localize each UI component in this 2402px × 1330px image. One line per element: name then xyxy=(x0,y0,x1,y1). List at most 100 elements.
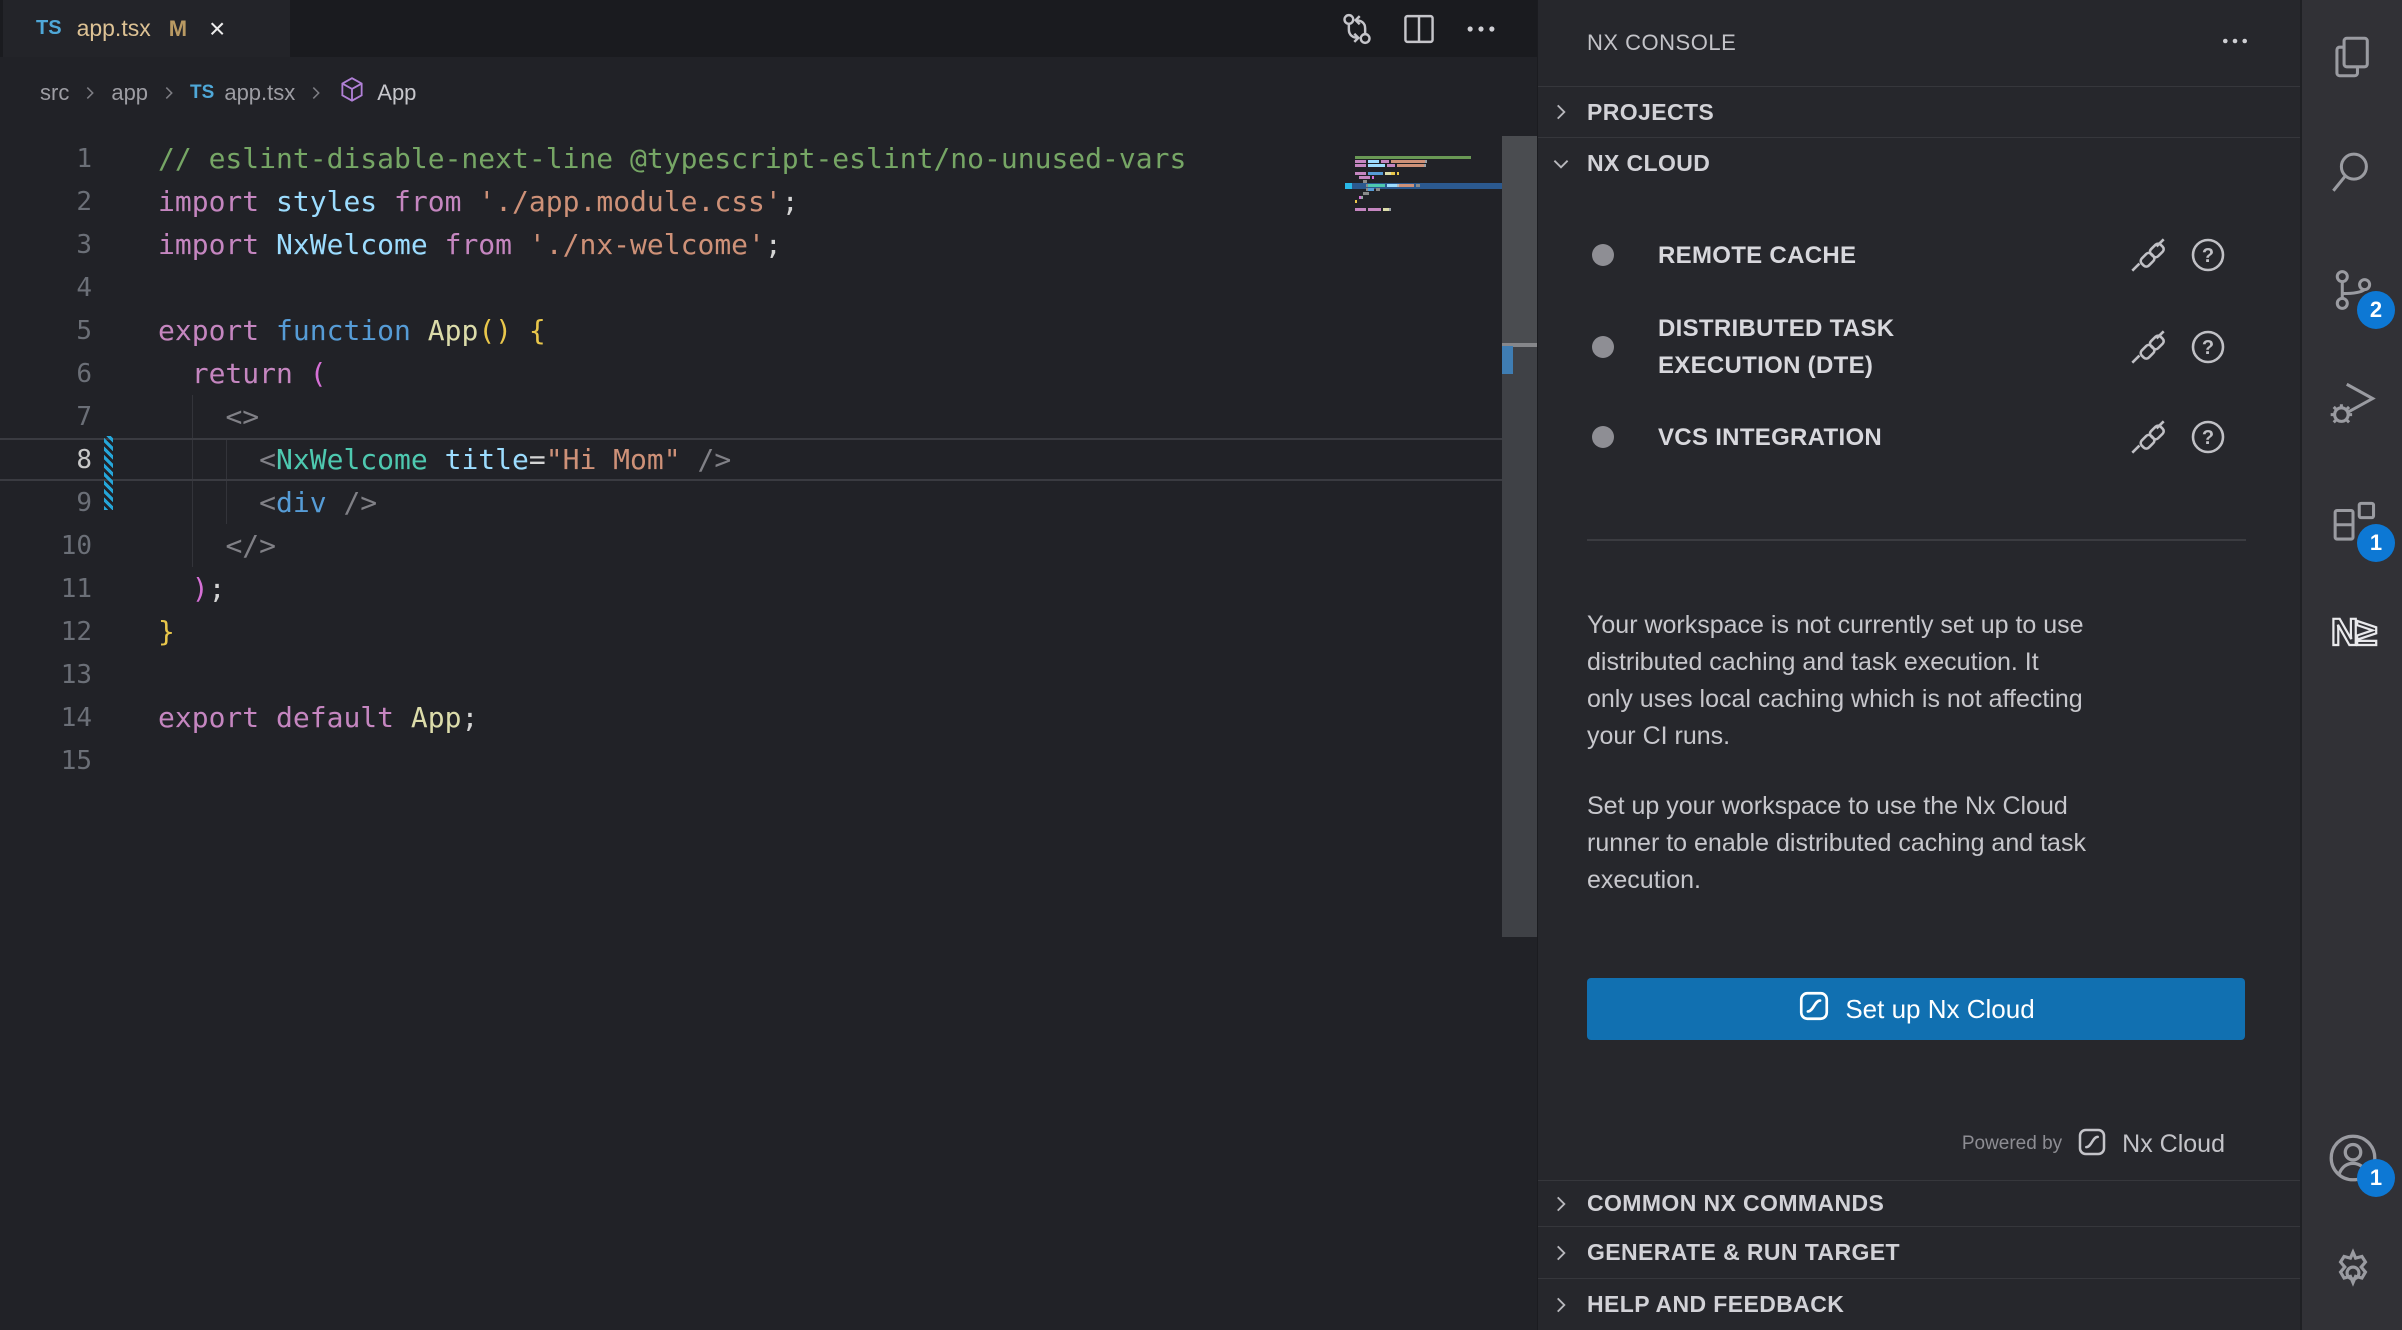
git-modified-badge: M xyxy=(169,16,187,42)
code-line-5[interactable]: 5export function App() { xyxy=(0,309,1502,352)
breadcrumb-item-app-tsx[interactable]: TSapp.tsx xyxy=(190,80,295,106)
panel-more-actions-icon[interactable] xyxy=(2218,24,2252,63)
code-line-13[interactable]: 13 xyxy=(0,653,1502,696)
section-help-and-feedback[interactable]: HELP AND FEEDBACK xyxy=(1538,1278,2300,1330)
line-number: 13 xyxy=(0,660,92,690)
scrollbar-track[interactable] xyxy=(1502,347,1537,937)
help-question-icon[interactable]: ? xyxy=(2188,327,2228,367)
feature-row-vcs-integration: VCS INTEGRATION? xyxy=(1538,410,2300,464)
chevron-down-icon xyxy=(1550,153,1572,175)
code-line-4[interactable]: 4 xyxy=(0,266,1502,309)
code-lines: 1// eslint-disable-next-line @typescript… xyxy=(0,137,1502,782)
code-line-1[interactable]: 1// eslint-disable-next-line @typescript… xyxy=(0,137,1502,180)
code-line-15[interactable]: 15 xyxy=(0,739,1502,782)
section-label: NX CLOUD xyxy=(1587,150,1710,177)
help-question-icon[interactable]: ? xyxy=(2188,417,2228,457)
code-editor[interactable]: 1// eslint-disable-next-line @typescript… xyxy=(0,129,1537,1330)
badge-count: 2 xyxy=(2357,291,2395,329)
extensions-icon[interactable]: 1 xyxy=(2302,475,2402,571)
minimap-line xyxy=(1355,196,1363,199)
section-label: GENERATE & RUN TARGET xyxy=(1587,1239,1900,1266)
section-label: PROJECTS xyxy=(1587,99,1714,126)
source-control-icon[interactable]: 2 xyxy=(2302,242,2402,338)
run-debug-icon[interactable] xyxy=(2302,355,2402,451)
code-line-12[interactable]: 12} xyxy=(0,610,1502,653)
line-number: 1 xyxy=(0,144,92,174)
status-dot xyxy=(1592,244,1614,266)
section-projects[interactable]: PROJECTS xyxy=(1538,86,2300,137)
connect-plug-icon[interactable] xyxy=(2128,417,2168,457)
split-editor-icon[interactable] xyxy=(1399,9,1439,49)
status-dot xyxy=(1592,426,1614,448)
scrollbar-slider[interactable] xyxy=(1502,136,1537,343)
svg-text:?: ? xyxy=(2202,245,2214,267)
open-changes-icon[interactable] xyxy=(1337,9,1377,49)
code-line-10[interactable]: 10 </> xyxy=(0,524,1502,567)
section-label: COMMON NX COMMANDS xyxy=(1587,1190,1884,1217)
line-number: 4 xyxy=(0,273,92,303)
section-common-nx-commands[interactable]: COMMON NX COMMANDS xyxy=(1538,1180,2300,1226)
svg-text:?: ? xyxy=(2202,337,2214,359)
explorer-icon[interactable] xyxy=(2302,9,2402,105)
typescript-file-icon: TS xyxy=(190,82,214,104)
minimap-line xyxy=(1355,176,1374,179)
breadcrumb-item-app[interactable]: App xyxy=(337,75,416,111)
accounts-icon[interactable]: 1 xyxy=(2302,1110,2402,1206)
more-actions-icon[interactable] xyxy=(1461,9,1501,49)
feature-row-remote-cache: REMOTE CACHE? xyxy=(1538,228,2300,282)
panel-title: NX CONSOLE xyxy=(1587,30,1736,56)
chevron-right-icon xyxy=(1550,1193,1572,1215)
minimap[interactable] xyxy=(1345,140,1502,350)
connect-plug-icon[interactable] xyxy=(2128,327,2168,367)
feature-label: VCS INTEGRATION xyxy=(1658,419,1882,456)
svg-text:?: ? xyxy=(2202,427,2214,449)
line-number: 6 xyxy=(0,359,92,389)
connect-plug-icon[interactable] xyxy=(2128,235,2168,275)
minimap-line xyxy=(1355,156,1471,159)
chevron-right-icon xyxy=(1550,1294,1572,1316)
minimap-line xyxy=(1355,200,1357,203)
search-icon[interactable] xyxy=(2302,124,2402,220)
setup-nx-cloud-button[interactable]: Set up Nx Cloud xyxy=(1587,978,2245,1040)
section-generate-run-target[interactable]: GENERATE & RUN TARGET xyxy=(1538,1226,2300,1278)
line-number: 15 xyxy=(0,746,92,776)
code-line-9[interactable]: 9 <div /> xyxy=(0,481,1502,524)
line-number: 14 xyxy=(0,703,92,733)
code-line-8[interactable]: 8 <NxWelcome title="Hi Mom" /> xyxy=(0,438,1502,481)
status-dot xyxy=(1592,336,1614,358)
nx-console-panel: NX CONSOLE PROJECTS NX CLOUD REMOTE CACH… xyxy=(1537,0,2300,1330)
minimap-line xyxy=(1355,160,1427,163)
feature-label: DISTRIBUTED TASK EXECUTION (DTE) xyxy=(1658,310,1894,384)
code-line-7[interactable]: 7 <> xyxy=(0,395,1502,438)
breadcrumb-item-src[interactable]: src xyxy=(40,80,69,106)
feature-label: REMOTE CACHE xyxy=(1658,237,1856,274)
code-line-11[interactable]: 11 ); xyxy=(0,567,1502,610)
code-line-6[interactable]: 6 return ( xyxy=(0,352,1502,395)
editor-scrollbar[interactable] xyxy=(1502,136,1537,1330)
tab-label: app.tsx xyxy=(77,15,151,42)
line-number: 3 xyxy=(0,230,92,260)
close-tab-icon[interactable]: × xyxy=(209,15,225,43)
code-line-2[interactable]: 2import styles from './app.module.css'; xyxy=(0,180,1502,223)
line-number: 9 xyxy=(0,488,92,518)
chevron-right-icon xyxy=(1550,101,1572,123)
breadcrumb-item-app[interactable]: app xyxy=(111,80,148,106)
code-line-3[interactable]: 3import NxWelcome from './nx-welcome'; xyxy=(0,223,1502,266)
help-question-icon[interactable]: ? xyxy=(2188,235,2228,275)
nx-cloud-brand-link[interactable]: Nx Cloud xyxy=(2122,1130,2225,1159)
code-line-14[interactable]: 14export default App; xyxy=(0,696,1502,739)
settings-icon[interactable] xyxy=(2302,1225,2402,1321)
section-nx-cloud[interactable]: NX CLOUD xyxy=(1538,137,2300,189)
minimap-line xyxy=(1355,172,1399,175)
nx-console-icon[interactable]: N≥ xyxy=(2302,585,2402,681)
nx-cloud-logo-icon xyxy=(2076,1126,2108,1163)
line-number: 8 xyxy=(0,445,92,475)
typescript-file-icon: TS xyxy=(36,17,62,40)
editor-actions xyxy=(1337,0,1501,57)
breadcrumb-separator-icon xyxy=(307,84,325,102)
line-number: 10 xyxy=(0,531,92,561)
tab-app-tsx[interactable]: TS app.tsx M × xyxy=(3,0,290,57)
symbol-cube-icon xyxy=(337,75,367,111)
line-number: 12 xyxy=(0,617,92,647)
breadcrumb: src app TSapp.tsx App xyxy=(40,57,416,129)
